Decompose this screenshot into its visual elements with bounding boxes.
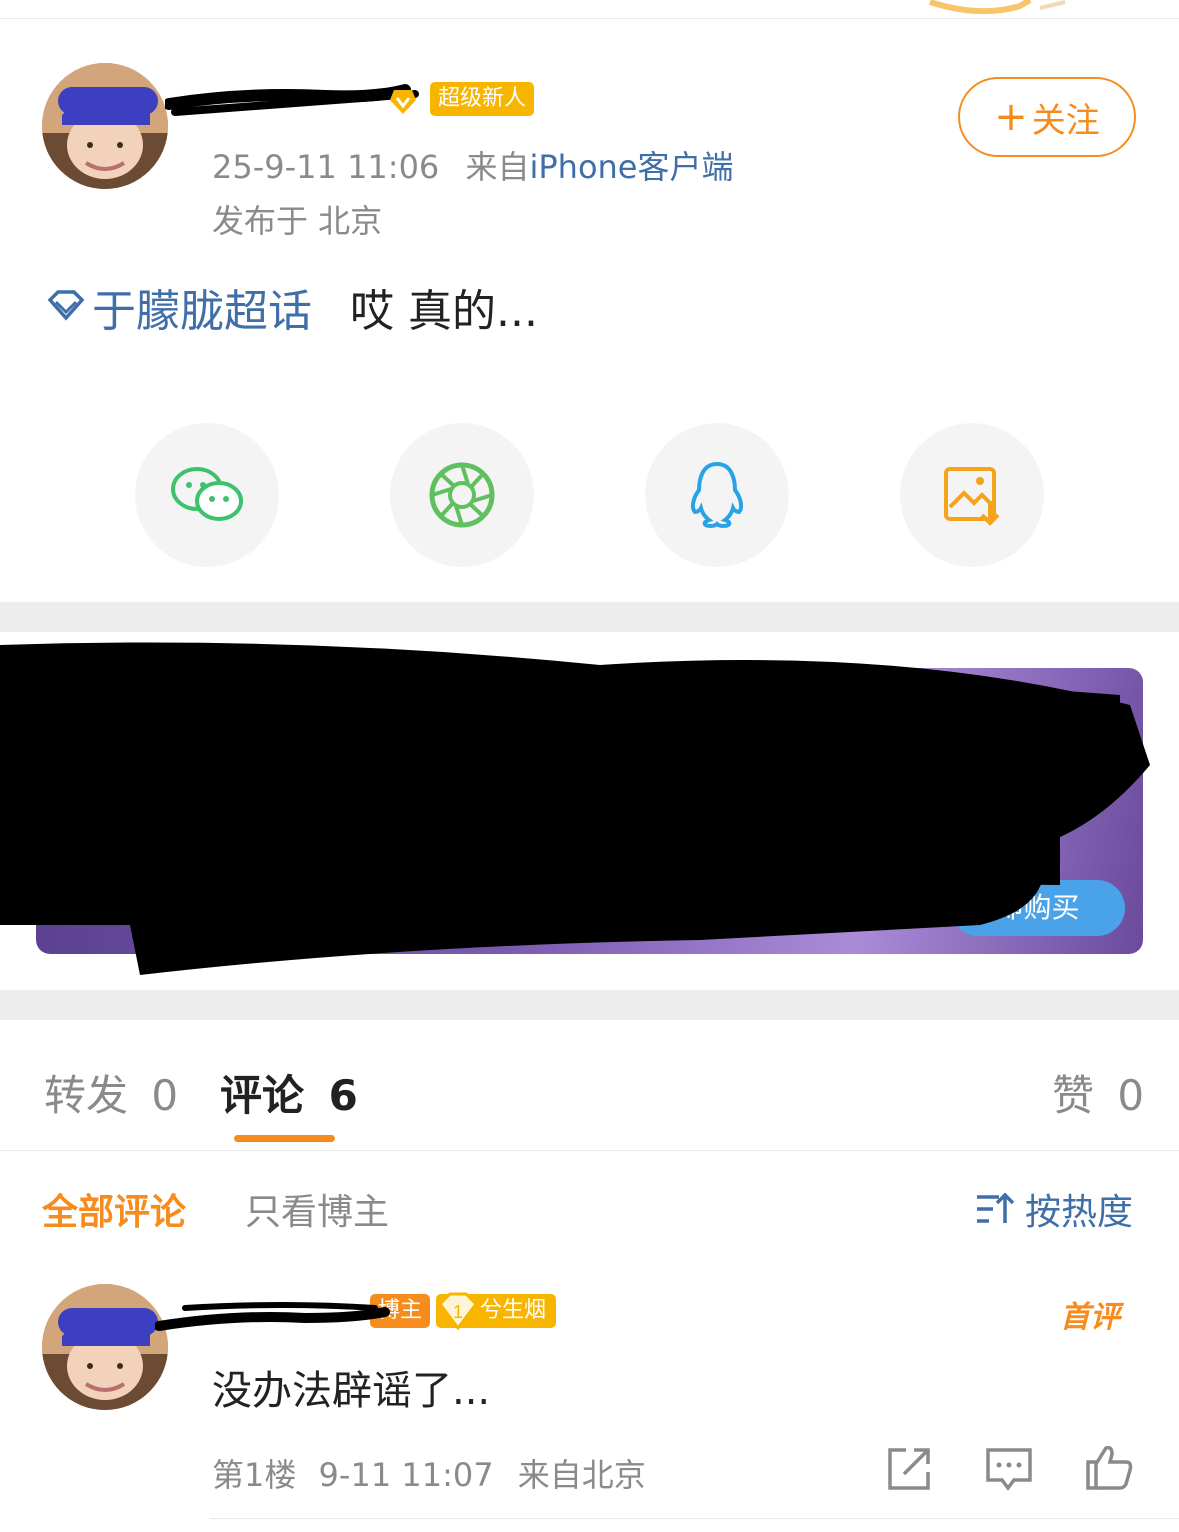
- fan-badge-label: 兮生烟: [480, 1298, 547, 1323]
- post-source-prefix: 来自: [465, 148, 530, 186]
- tab-comments[interactable]: 评论 6: [220, 1062, 358, 1123]
- commenter-avatar[interactable]: [42, 1284, 168, 1410]
- wechat-icon: [171, 467, 243, 521]
- share-icon[interactable]: [884, 1444, 934, 1494]
- tab-comments-label: 评论: [220, 1071, 305, 1120]
- save-image-icon: [944, 467, 1000, 526]
- author-level-badge: 超级新人: [430, 82, 535, 116]
- tab-repost-label: 转发: [44, 1071, 129, 1120]
- comment-text: 没办法辟谣了...: [212, 1368, 491, 1414]
- topic-link[interactable]: 于朦胧超话: [92, 286, 312, 337]
- comment-floor: 第1楼: [212, 1456, 297, 1494]
- tab-repost[interactable]: 转发 0: [44, 1062, 178, 1123]
- moments-icon: [429, 462, 495, 528]
- redacted-commenter-name[interactable]: [155, 1296, 395, 1338]
- svg-text:1: 1: [453, 1302, 463, 1322]
- sort-button[interactable]: 按热度: [975, 1183, 1133, 1235]
- follow-label: 关注: [1031, 100, 1100, 141]
- tab-likes-label: 赞: [1052, 1071, 1095, 1120]
- post-time: 25-9-11 11:06: [212, 148, 440, 186]
- tab-likes[interactable]: 赞 0: [1052, 1062, 1144, 1123]
- first-comment-badge: 首评: [1060, 1300, 1120, 1335]
- comment-time: 9-11 11:07: [318, 1456, 494, 1494]
- filter-all-comments[interactable]: 全部评论: [42, 1183, 186, 1235]
- comment-meta: 第1楼 9-11 11:07 来自北京: [212, 1450, 646, 1496]
- redaction-scribble: [0, 642, 1150, 975]
- follow-button[interactable]: + 关注: [958, 77, 1136, 157]
- redacted-author-name[interactable]: [165, 82, 425, 118]
- reply-icon[interactable]: [984, 1444, 1034, 1494]
- comment-divider: [210, 1518, 1179, 1519]
- share-wechat-button[interactable]: [135, 423, 279, 567]
- comment-location: 来自北京: [517, 1456, 646, 1494]
- author-avatar[interactable]: [42, 63, 168, 189]
- share-qq-button[interactable]: [645, 423, 789, 567]
- supertopic-icon: [47, 290, 85, 321]
- post-location: 发布于 北京: [212, 202, 383, 240]
- active-tab-indicator: [234, 1135, 335, 1142]
- post-meta: 25-9-11 11:06 来自iPhone客户端: [212, 142, 734, 188]
- sort-label: 按热度: [1025, 1192, 1134, 1233]
- tab-repost-count: 0: [151, 1071, 179, 1120]
- post-content: 于朦胧超话 哎 真的...: [44, 275, 538, 339]
- plus-icon: +: [994, 94, 1028, 140]
- tab-comments-count: 6: [328, 1071, 358, 1120]
- save-image-button[interactable]: [900, 423, 1044, 567]
- sort-icon: [977, 1192, 1015, 1223]
- fan-level-icon: 1: [438, 1292, 478, 1331]
- qq-icon: [690, 461, 744, 529]
- share-moments-button[interactable]: [390, 423, 534, 567]
- top-divider: [0, 18, 1179, 19]
- decoration-icon: [929, 0, 1066, 15]
- like-icon[interactable]: [1084, 1442, 1134, 1492]
- filter-owner-only[interactable]: 只看博主: [245, 1183, 389, 1235]
- post-source[interactable]: iPhone客户端: [529, 148, 733, 186]
- tabs-divider: [0, 1150, 1179, 1151]
- vip-icon: [390, 90, 416, 114]
- tab-likes-count: 0: [1117, 1071, 1145, 1120]
- post-body-text: 哎 真的...: [350, 286, 538, 337]
- section-divider: [0, 990, 1179, 1020]
